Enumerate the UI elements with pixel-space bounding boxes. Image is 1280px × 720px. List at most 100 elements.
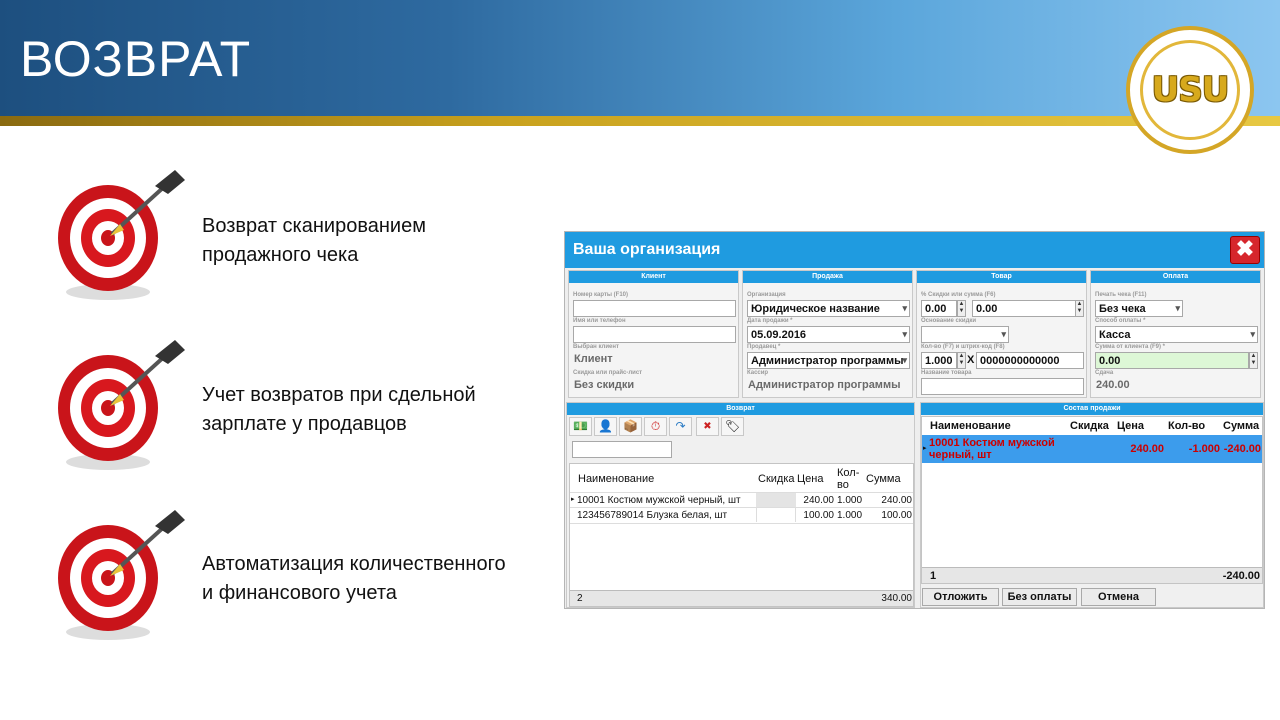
bullet-3-line-1: Автоматизация количественного — [202, 553, 506, 575]
product-panel-header: Товар — [917, 271, 1086, 283]
col-header-qty[interactable]: Кол-во — [1168, 420, 1205, 432]
row-name-line-1: 10001 Костюм мужской — [929, 437, 1055, 449]
col-header-price[interactable]: Цена — [797, 473, 823, 485]
sale-panel-header: Продажа — [743, 271, 912, 283]
bullet-text-2: Учет возвратов при сдельной зарплате у п… — [202, 381, 476, 439]
sale-items-footer: 1 -240.00 — [922, 567, 1262, 583]
bullet-text-1: Возврат сканированием продажного чека — [202, 212, 426, 270]
col-header-sum[interactable]: Сумма — [1223, 420, 1259, 432]
window-title-bar: Ваша организация ✖ — [565, 232, 1264, 268]
logo-ring: USU — [1140, 40, 1240, 140]
seller-select[interactable]: Администратор программы — [747, 352, 910, 369]
discount-sum-input[interactable]: 0.00 — [972, 300, 1076, 317]
payment-panel-header: Оплата — [1091, 271, 1260, 283]
change-value: 240.00 — [1096, 379, 1130, 391]
sale-items-grid: Наименование Скидка Цена Кол-во Сумма ▸ … — [921, 416, 1263, 584]
money-icon[interactable]: 💵 — [569, 417, 592, 436]
postpone-button[interactable]: Отложить — [922, 588, 999, 606]
col-header-name[interactable]: Наименование — [578, 473, 654, 485]
return-panel-header: Возврат — [567, 403, 914, 415]
payment-method-value: Касса — [1099, 329, 1131, 341]
return-grid: Наименование Скидка Цена Кол-во Сумма ▸ … — [569, 463, 914, 607]
col-header-name[interactable]: Наименование — [930, 420, 1011, 432]
table-row[interactable]: 123456789014 Блузка белая, шт 100.00 1.0… — [570, 508, 913, 524]
row-price: 100.00 — [803, 510, 834, 521]
client-amount-spinner[interactable]: ▲ ▼ — [1249, 352, 1258, 369]
quantity-spinner[interactable]: ▲ ▼ — [957, 352, 966, 369]
organization-value: Юридическое название — [751, 303, 880, 315]
card-number-label: Номер карты (F10) — [573, 292, 629, 298]
cashier-value: Администратор программы — [748, 379, 901, 391]
slide-title: ВОЗВРАТ — [20, 31, 252, 87]
user-icon[interactable]: 👤 — [594, 417, 617, 436]
seller-label: Продавец * — [747, 344, 781, 350]
table-row-selected[interactable]: ▸ 10001 Костюм мужской черный, шт 240.00… — [922, 435, 1262, 463]
col-header-sum[interactable]: Сумма — [866, 473, 901, 485]
barcode-input[interactable]: 0000000000000 — [976, 352, 1084, 369]
selected-client-label: Выбран клиент — [573, 344, 619, 350]
qty-barcode-label: Кол-во (F7) и штрих-код (F8) — [921, 344, 1005, 350]
row-qty: 1.000 — [837, 495, 863, 506]
row-price: 240.00 — [1130, 443, 1164, 455]
organization-select[interactable]: Юридическое название — [747, 300, 910, 317]
discount-sum-spinner[interactable]: ▲ ▼ — [1075, 300, 1084, 317]
discount-percent-input[interactable]: 0.00 — [921, 300, 957, 317]
header-gold-stripe — [0, 116, 1280, 126]
tag-icon[interactable]: 🏷 — [721, 417, 744, 436]
row-sum: 240.00 — [881, 495, 912, 506]
client-amount-label: Сумма от клиента (F9) * — [1095, 344, 1165, 350]
undo-icon[interactable]: ↷ — [669, 417, 692, 436]
bullet-text-3: Автоматизация количественного и финансов… — [202, 550, 506, 608]
sale-panel: Продажа Организация Юридическое название… — [742, 270, 913, 398]
card-number-input[interactable] — [573, 300, 736, 317]
delete-icon[interactable]: ✖ — [696, 417, 719, 436]
client-amount-input[interactable]: 0.00 — [1095, 352, 1249, 369]
row-pointer-icon: ▸ — [923, 445, 927, 452]
cashier-label: Кассир — [747, 370, 769, 376]
no-payment-button[interactable]: Без оплаты — [1002, 588, 1077, 606]
row-discount — [756, 493, 796, 507]
col-header-discount[interactable]: Скидка — [758, 473, 795, 485]
payment-panel: Оплата Печать чека (F11) Без чека Способ… — [1090, 270, 1261, 398]
col-header-discount[interactable]: Скидка — [1070, 420, 1109, 432]
sale-date-value: 05.09.2016 — [751, 329, 807, 341]
footer-sum: 340.00 — [881, 593, 912, 604]
table-row[interactable]: ▸ 10001 Костюм мужской черный, шт 240.00… — [570, 492, 913, 508]
client-discount-label: Скидка или прайс-лист — [573, 370, 643, 376]
discount-reason-select[interactable] — [921, 326, 1009, 343]
footer-count: 2 — [577, 593, 583, 604]
row-name-line-2: черный, шт — [929, 449, 992, 461]
sale-date-label: Дата продажи * — [747, 318, 793, 324]
return-search-input[interactable] — [572, 441, 672, 458]
print-receipt-label: Печать чека (F11) — [1095, 292, 1147, 298]
cancel-button[interactable]: Отмена — [1081, 588, 1156, 606]
client-panel-header: Клиент — [569, 271, 738, 283]
product-name-label: Название товара — [921, 370, 972, 376]
discount-label: % Скидки или сумма (F6) — [921, 292, 996, 298]
close-icon[interactable]: ✖ — [1230, 236, 1260, 264]
col-header-price[interactable]: Цена — [1117, 420, 1144, 432]
client-name-input[interactable] — [573, 326, 736, 343]
sale-date-picker[interactable]: 05.09.2016 — [747, 326, 910, 343]
bullet-1-line-1: Возврат сканированием — [202, 215, 426, 237]
usu-logo: USU — [1126, 26, 1254, 154]
return-panel: Возврат 💵 👤 📦 ⏱ ↷ ✖ 🏷 Наименование Скидк… — [566, 402, 915, 608]
row-pointer-icon: ▸ — [571, 496, 575, 503]
product-name-input[interactable] — [921, 378, 1084, 395]
clock-icon[interactable]: ⏱ — [644, 417, 667, 436]
organization-label: Организация — [747, 292, 786, 298]
box-icon[interactable]: 📦 — [619, 417, 642, 436]
sale-return-window: Ваша организация ✖ Клиент Номер карты (F… — [564, 231, 1265, 609]
client-name-label: Имя или телефон — [573, 318, 626, 324]
row-qty: 1.000 — [837, 510, 863, 521]
print-receipt-value: Без чека — [1099, 303, 1146, 315]
times-sign: X — [967, 354, 975, 366]
print-receipt-select[interactable]: Без чека — [1095, 300, 1183, 317]
payment-method-select[interactable]: Касса — [1095, 326, 1258, 343]
quantity-input[interactable]: 1.000 — [921, 352, 957, 369]
window-title: Ваша организация — [573, 241, 721, 258]
discount-percent-spinner[interactable]: ▲ ▼ — [957, 300, 966, 317]
col-header-qty[interactable]: Кол-во — [837, 467, 863, 491]
sale-items-panel: Состав продажи Наименование Скидка Цена … — [920, 402, 1264, 608]
product-panel: Товар % Скидки или сумма (F6) 0.00 ▲ ▼ 0.… — [916, 270, 1087, 398]
